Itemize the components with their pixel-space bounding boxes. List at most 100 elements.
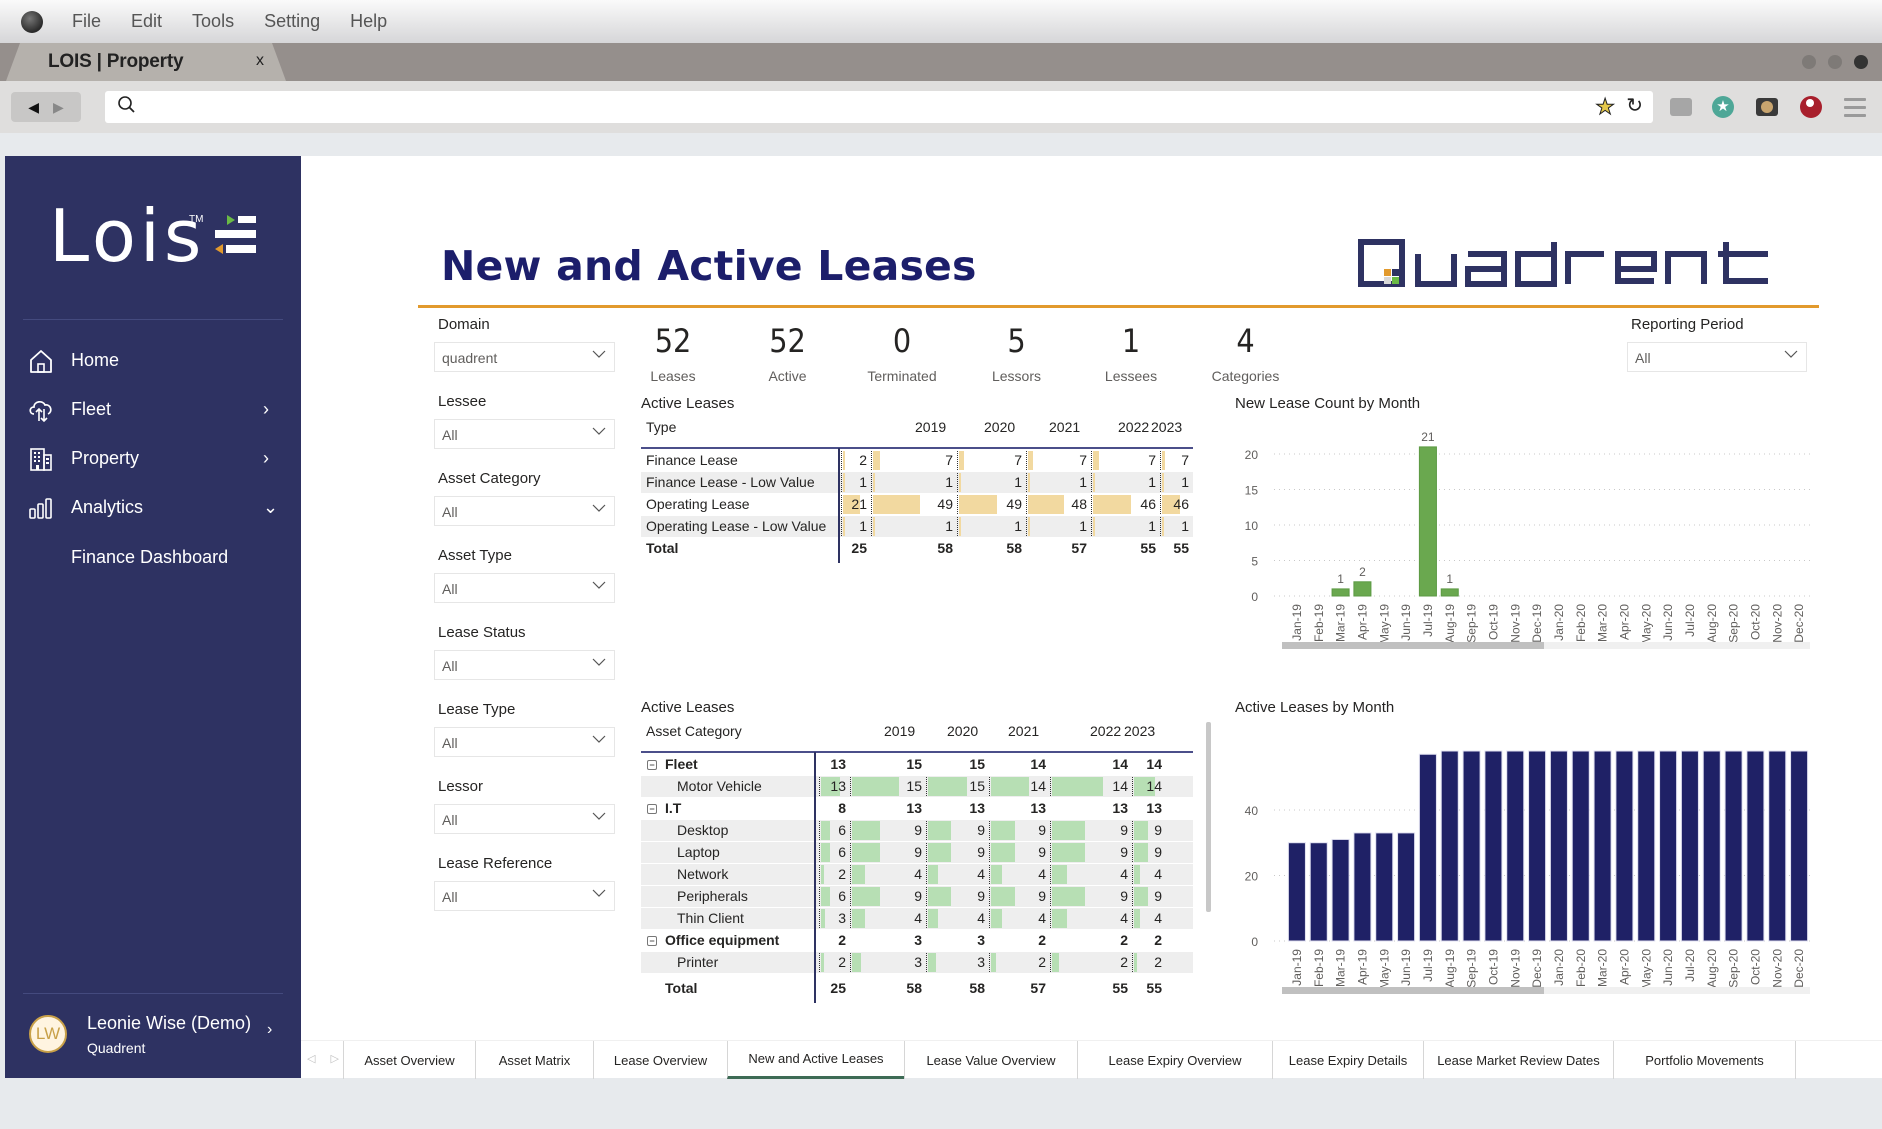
column-header[interactable]: 2023 [1151,419,1182,435]
menu-tools[interactable]: Tools [192,11,234,32]
bar-Jul-19[interactable] [1418,446,1437,597]
bar-Dec-20[interactable] [1790,750,1809,942]
row-label-text: Motor Vehicle [677,778,762,794]
column-header[interactable]: 2019 [884,723,915,739]
bar-Nov-19[interactable] [1506,750,1525,942]
lessee-dropdown[interactable]: All [434,419,615,449]
bar-Aug-19[interactable] [1440,588,1459,597]
column-header[interactable]: 2023 [1124,723,1155,739]
bar-May-20[interactable] [1637,750,1656,942]
os-logo-icon[interactable] [21,10,43,33]
row-header: Type [646,419,677,435]
bar-Apr-20[interactable] [1615,750,1634,942]
bar-Apr-19[interactable] [1353,832,1372,942]
bar-Jul-20[interactable] [1680,750,1699,942]
user-profile[interactable]: LW Leonie Wise (Demo) Quadrent › [5,1001,301,1071]
column-header[interactable]: 2020 [984,419,1015,435]
asset-category-dropdown[interactable]: All [434,496,615,526]
bar-Feb-19[interactable] [1309,842,1328,942]
sidebar-item-fleet[interactable]: Fleet › [5,385,301,434]
bar-Jul-19[interactable] [1418,753,1437,942]
bar-Mar-19[interactable] [1331,588,1350,597]
matrix-scrollbar[interactable] [1206,722,1211,912]
bar-Jun-20[interactable] [1659,750,1678,942]
reload-icon[interactable]: ↻ [1626,93,1643,118]
bar-Jun-19[interactable] [1397,832,1416,942]
page-tab-portfolio-movements[interactable]: Portfolio Movements [1613,1041,1796,1079]
back-arrow-icon[interactable]: ◀ [28,99,39,116]
column-header[interactable]: 2022 [1090,723,1121,739]
menu-setting[interactable]: Setting [264,11,320,32]
close-window-icon[interactable] [1854,55,1868,69]
bar-Aug-20[interactable] [1702,750,1721,942]
column-header[interactable]: 2020 [947,723,978,739]
page-tab-lease-market-review-dates[interactable]: Lease Market Review Dates [1423,1041,1613,1079]
bar-Jan-20[interactable] [1549,750,1568,942]
domain-dropdown[interactable]: quadrent [434,342,615,372]
x-tick-label: Feb-19 [1312,604,1326,642]
menu-help[interactable]: Help [350,11,387,32]
column-header[interactable]: 2021 [1049,419,1080,435]
url-input[interactable] [149,95,1649,119]
collapse-icon[interactable]: − [647,936,657,946]
column-header[interactable]: 2021 [1008,723,1039,739]
reporting-period-dropdown[interactable]: All [1627,342,1807,372]
lois-logo[interactable]: Lois TM [49,200,256,272]
kpi-categories: 4 Categories [1191,322,1301,384]
page-tab-lease-value-overview[interactable]: Lease Value Overview [904,1041,1077,1079]
forward-arrow-icon[interactable]: ▶ [53,99,64,116]
asset-type-dropdown[interactable]: All [434,573,615,603]
chart-scroll-thumb[interactable] [1282,987,1544,994]
menu-edit[interactable]: Edit [131,11,162,32]
page-tab-lease-overview[interactable]: Lease Overview [593,1041,727,1079]
bar-Jan-19[interactable] [1287,842,1306,942]
bar-Sep-20[interactable] [1724,750,1743,942]
lessor-dropdown[interactable]: All [434,804,615,834]
lease-status-dropdown[interactable]: All [434,650,615,680]
bar-Mar-20[interactable] [1593,750,1612,942]
browser-menu-icon[interactable] [1844,98,1866,122]
page-tab-asset-overview[interactable]: Asset Overview [343,1041,475,1079]
x-tick-label: Apr-19 [1355,604,1369,640]
lease-reference-dropdown[interactable]: All [434,881,615,911]
collapse-icon[interactable]: − [647,760,657,770]
extension-camera-icon[interactable] [1756,98,1778,116]
bar-Feb-20[interactable] [1571,750,1590,942]
browser-tab[interactable]: LOIS | Property x [6,43,286,81]
x-tick-label: Sep-19 [1465,949,1479,988]
lease-type-dropdown[interactable]: All [434,727,615,757]
sidebar-item-property[interactable]: Property › [5,434,301,483]
bar-May-19[interactable] [1375,832,1394,942]
sidebar-item-home[interactable]: Home [5,336,301,385]
menu-file[interactable]: File [72,11,101,32]
bar-Apr-19[interactable] [1353,581,1372,597]
chart-scroll-thumb[interactable] [1282,642,1544,649]
maximize-window-icon[interactable] [1828,55,1842,69]
bar-Oct-20[interactable] [1746,750,1765,942]
sidebar-item-finance-dashboard[interactable]: Finance Dashboard [5,532,301,583]
bar-Nov-20[interactable] [1768,750,1787,942]
bar-Aug-19[interactable] [1440,750,1459,942]
bar-Dec-19[interactable] [1528,750,1547,942]
extension-star-icon[interactable]: ★ [1712,96,1734,118]
app-window: Lois TM Home Fleet › Property › Analytic… [5,156,1882,1079]
bar-Oct-19[interactable] [1484,750,1503,942]
column-header[interactable]: 2022 [1118,419,1149,435]
close-tab-icon[interactable]: x [256,52,264,70]
page-tab-lease-expiry-overview[interactable]: Lease Expiry Overview [1077,1041,1272,1079]
bar-Sep-19[interactable] [1462,750,1481,942]
cell-value: 14 [1112,756,1128,772]
page-tab-new-and-active-leases[interactable]: New and Active Leases [727,1041,904,1079]
sidebar-item-analytics[interactable]: Analytics ⌄ [5,483,301,532]
kpi-active: 52 Active [733,322,843,384]
collapse-icon[interactable]: − [647,804,657,814]
page-tab-scroll-arrows[interactable]: ◁ ▷ [307,1052,345,1065]
bar-Mar-19[interactable] [1331,838,1350,942]
page-tab-asset-matrix[interactable]: Asset Matrix [475,1041,593,1079]
column-header[interactable]: 2019 [915,419,946,435]
page-tab-lease-expiry-details[interactable]: Lease Expiry Details [1272,1041,1423,1079]
extension-record-icon[interactable] [1800,96,1822,118]
minimize-window-icon[interactable] [1802,55,1816,69]
extension-gray-icon[interactable] [1670,98,1692,116]
bookmark-star-icon[interactable]: ★ [1595,94,1616,120]
